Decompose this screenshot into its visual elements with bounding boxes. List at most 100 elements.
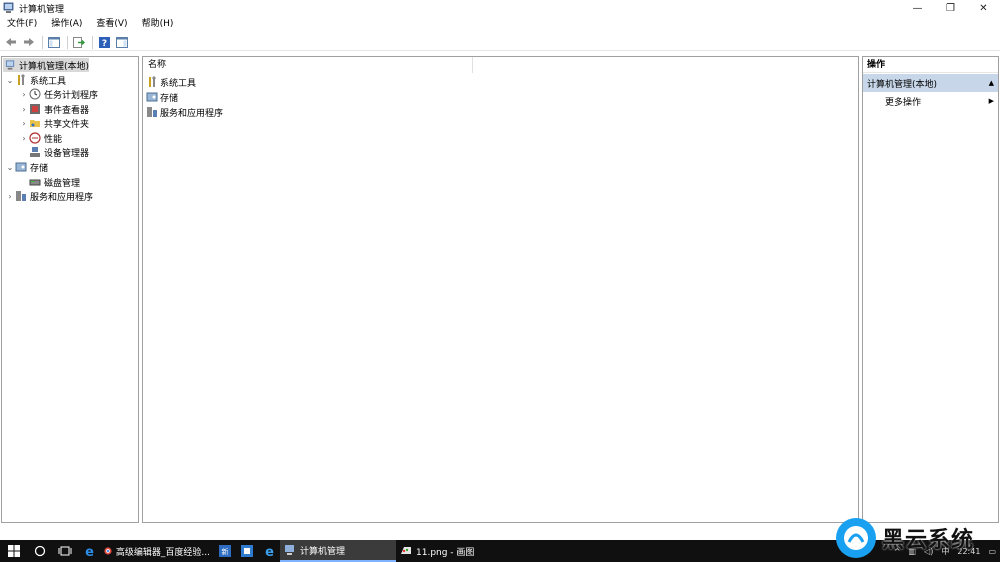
windows-logo-icon [8,545,20,557]
tree-item-label: 设备管理器 [44,148,90,159]
chevron-right-icon[interactable]: › [19,90,29,99]
performance-icon [29,132,41,144]
title-bar: 计算机管理 — ❐ ✕ [0,0,1000,16]
tree-item-services-apps[interactable]: › 服务和应用程序 [5,189,93,203]
list-item[interactable]: 系统工具 [146,75,196,89]
actions-title: 操作 [863,57,998,73]
tree-item-label: 磁盘管理 [44,178,81,189]
tree-item-device-manager[interactable]: 设备管理器 [29,145,89,159]
app-tile-icon [241,545,253,557]
window-title: 计算机管理 [19,4,65,15]
tree-item-label: 共享文件夹 [44,119,90,130]
clock-icon [29,88,41,100]
search-button[interactable] [28,540,52,562]
tree-item-label: 服务和应用程序 [30,192,94,203]
toolbar-separator [42,35,43,49]
services-icon [147,107,157,117]
event-viewer-icon [30,104,40,114]
chevron-right-icon[interactable]: › [19,134,29,143]
console-tree: 计算机管理(本地) ⌄ 系统工具 › 任务计划程序 › 事件查看器 › 共享文件… [1,56,139,523]
paint-icon [401,547,411,554]
computer-management-icon [285,545,294,555]
export-list-icon[interactable] [71,35,87,50]
edge-icon: e [85,545,94,558]
result-pane: 名称 系统工具 存储 服务和应用程序 [142,56,859,523]
computer-management-icon [5,60,15,70]
taskbar-app-label: 11.png - 画图 [416,547,475,558]
tree-item-performance[interactable]: › 性能 [19,131,62,145]
taskbar-pinned-app[interactable] [236,540,258,562]
ie-taskbar-icon[interactable]: e [258,540,280,562]
tree-item-disk-management[interactable]: 磁盘管理 [29,175,80,189]
chevron-right-icon[interactable]: › [5,192,15,201]
start-button[interactable] [0,540,28,562]
chevron-down-icon[interactable]: ⌄ [5,76,15,85]
chevron-down-icon[interactable]: ⌄ [5,163,15,172]
menu-view[interactable]: 查看(V) [89,17,134,32]
taskbar-app-computer-management[interactable]: 计算机管理 [280,540,396,562]
taskbar-app-browser[interactable]: 高级编辑器_百度经验... [100,540,214,562]
chevron-right-icon[interactable]: › [19,119,29,128]
tree-item-label: 系统工具 [30,76,67,87]
tree-item-shared-folders[interactable]: › 共享文件夹 [19,116,89,130]
list-item-label: 系统工具 [160,78,197,89]
tree-item-root[interactable]: 计算机管理(本地) [3,58,89,72]
back-icon[interactable] [3,35,19,50]
storage-icon [146,92,158,102]
taskbar-app-label: 计算机管理 [300,546,346,557]
close-button[interactable]: ✕ [967,0,1000,16]
menu-file[interactable]: 文件(F) [0,17,44,32]
chevron-right-icon[interactable]: › [19,105,29,114]
svg-text:?: ? [101,39,106,48]
column-header-name[interactable]: 名称 [143,57,473,73]
svg-text:新: 新 [222,547,229,556]
tree-item-label: 性能 [44,134,63,145]
more-actions-item[interactable]: 更多操作 ▶ [863,93,998,109]
toolbar: ? [0,34,1000,51]
list-item[interactable]: 存储 [146,90,178,104]
minimize-button[interactable]: — [901,0,934,16]
shared-folder-icon [30,120,40,127]
tree-item-label: 存储 [30,163,49,174]
tools-icon [18,74,25,85]
menu-help[interactable]: 帮助(H) [135,17,181,32]
computer-management-icon [3,2,14,13]
watermark-logo-icon [836,518,876,558]
tree-item-system-tools[interactable]: ⌄ 系统工具 [5,73,66,87]
tree-item-label: 任务计划程序 [44,90,99,101]
submenu-arrow-icon: ▶ [988,97,994,105]
disk-icon [29,179,41,186]
internet-explorer-icon: e [265,545,274,558]
collapse-arrow-icon[interactable]: ▲ [989,79,994,87]
taskbar-app-paint[interactable]: 11.png - 画图 [396,540,512,562]
actions-group-header[interactable]: 计算机管理(本地) ▲ [863,74,998,92]
tools-icon [149,76,156,87]
taskbar-pinned-app[interactable]: 新 [214,540,236,562]
show-hide-action-pane-icon[interactable] [114,35,130,50]
watermark: 黑云系统 [836,516,1000,560]
restore-button[interactable]: ❐ [934,0,967,16]
list-item[interactable]: 服务和应用程序 [146,105,223,119]
taskbar-app-label: 高级编辑器_百度经验... [115,547,210,558]
task-view-button[interactable] [52,540,78,562]
help-icon[interactable]: ? [96,35,112,50]
tree-item-task-scheduler[interactable]: › 任务计划程序 [19,87,98,101]
menu-action[interactable]: 操作(A) [44,17,89,32]
forward-icon[interactable] [21,35,37,50]
menu-bar: 文件(F) 操作(A) 查看(V) 帮助(H) [0,17,180,32]
actions-pane: 操作 计算机管理(本地) ▲ 更多操作 ▶ [862,56,999,523]
tree-item-label: 事件查看器 [44,105,90,116]
svg-text:e: e [265,545,274,558]
svg-text:e: e [85,545,94,558]
edge-taskbar-icon[interactable]: e [78,540,100,562]
toolbar-separator [92,35,93,49]
tree-item-event-viewer[interactable]: › 事件查看器 [19,102,89,116]
actions-group-label: 计算机管理(本地) [867,79,938,90]
toolbar-separator [67,35,68,49]
show-hide-console-tree-icon[interactable] [46,35,62,50]
list-item-label: 存储 [160,93,179,104]
tree-item-storage[interactable]: ⌄ 存储 [5,160,48,174]
task-view-icon [58,546,72,556]
services-icon [16,191,26,201]
watermark-text: 黑云系统 [882,528,975,553]
